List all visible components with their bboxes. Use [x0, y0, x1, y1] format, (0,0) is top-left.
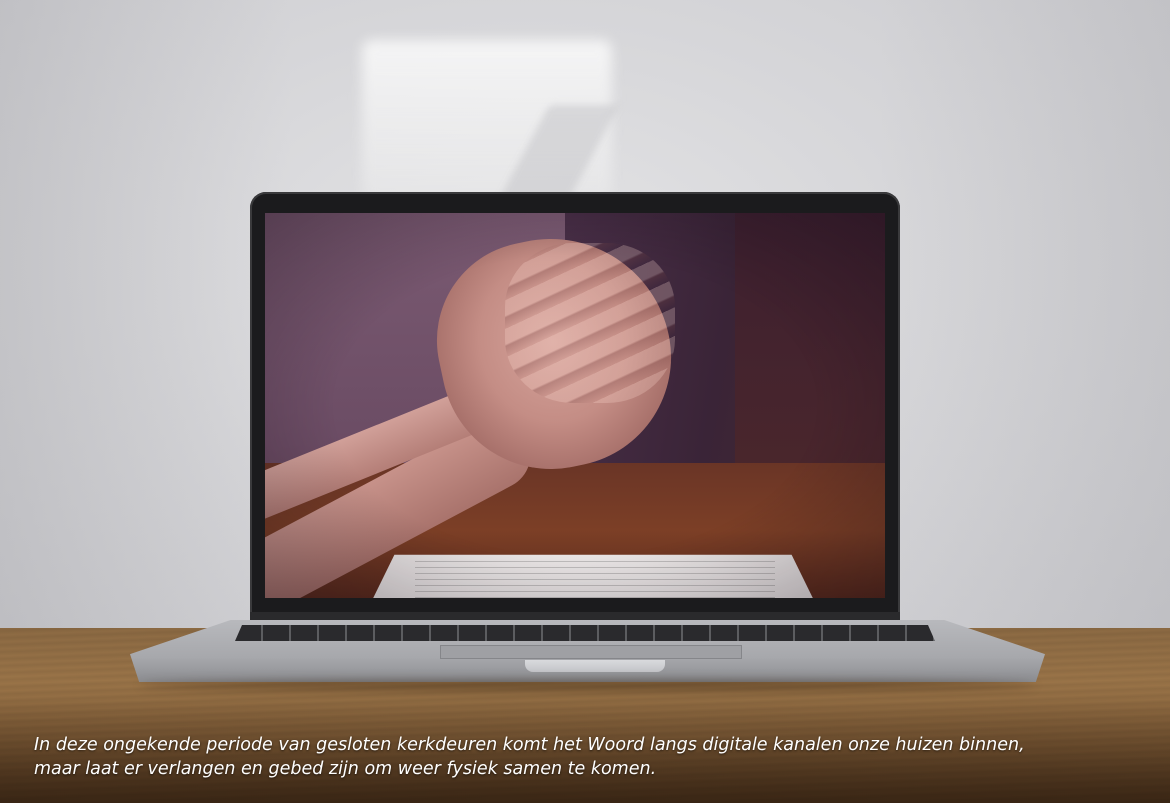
- caption-line-1: In deze ongekende periode van gesloten k…: [34, 735, 1025, 755]
- laptop-keyboard: [235, 625, 935, 641]
- caption-line-2: maar laat er verlangen en gebed zijn om …: [34, 759, 657, 779]
- laptop-shadow: [140, 680, 1035, 690]
- laptop-screen: [265, 213, 885, 598]
- screen-vignette: [265, 213, 885, 598]
- laptop-trackpad: [440, 645, 742, 659]
- laptop-photo: In deze ongekende periode van gesloten k…: [0, 0, 1170, 803]
- photo-caption: In deze ongekende periode van gesloten k…: [34, 733, 1134, 781]
- laptop-front-notch: [525, 660, 665, 672]
